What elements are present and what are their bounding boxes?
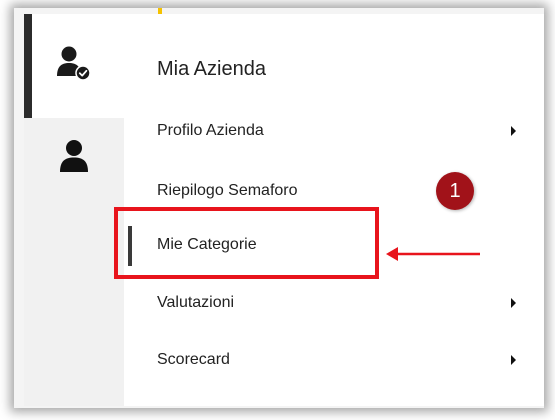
caret-right-icon [511,298,516,308]
menu-title: Mia Azienda [157,58,266,80]
sidebar-item-user[interactable] [24,122,124,198]
annotation-step-badge: 1 [436,172,474,210]
user-icon [54,138,94,183]
menu-item-profilo-azienda[interactable]: Profilo Azienda [124,106,544,156]
menu-item-valutazioni[interactable]: Valutazioni [124,278,544,328]
menu-item-label: Scorecard [157,351,230,368]
menu-item-label: Valutazioni [157,294,235,311]
sidebar-rail [24,14,124,406]
menu-item-scorecard[interactable]: Scorecard [124,335,544,385]
annotation-arrow-icon [386,247,480,261]
annotation-highlight-box [114,207,379,279]
menu-item-label: Riepilogo Semaforo [157,182,298,199]
caret-right-icon [511,126,516,136]
caret-right-icon [511,355,516,365]
sidebar-item-company-user[interactable] [24,14,124,118]
page: Mia Azienda Profilo Azienda Riepilogo Se… [0,0,555,420]
user-check-icon [54,44,94,89]
menu-item-label: Profilo Azienda [157,122,264,139]
